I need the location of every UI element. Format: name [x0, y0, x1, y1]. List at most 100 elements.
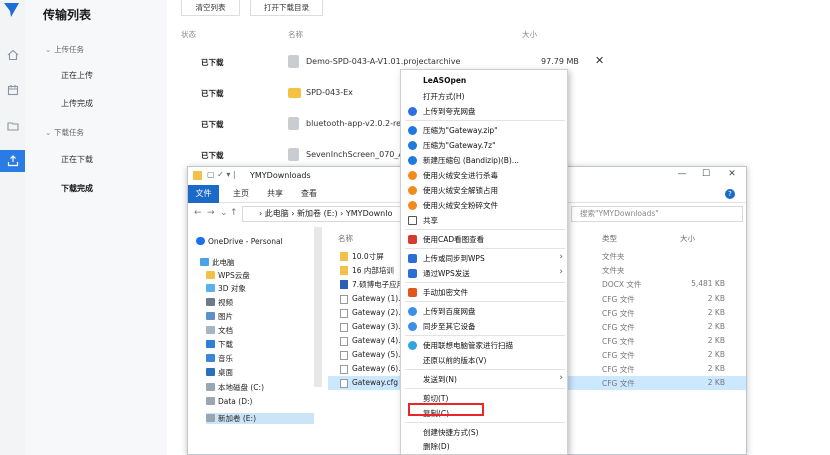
- menu-item-lenovo-scan[interactable]: 使用联想电脑管家进行扫描: [401, 338, 569, 352]
- menu-item-wps-sync[interactable]: 上传或同步到WPS ›: [401, 251, 569, 265]
- menu-item-encrypt[interactable]: 手动加密文件: [401, 285, 569, 299]
- nav-item-drive-e[interactable]: 新加卷 (E:): [206, 413, 314, 424]
- status-badge: 已下载: [201, 120, 224, 129]
- nav-item-3d-objects[interactable]: 3D 对象: [206, 283, 246, 294]
- folder-icon[interactable]: [0, 116, 25, 136]
- menu-separator: [405, 369, 565, 370]
- file-icon: [340, 295, 348, 304]
- icon-rail: [0, 0, 25, 455]
- quark-icon: [408, 107, 417, 116]
- menu-item-create-shortcut[interactable]: 创建快捷方式(S): [401, 425, 569, 439]
- nav-item-desktop[interactable]: 桌面: [206, 367, 233, 378]
- open-download-dir-button[interactable]: 打开下载目录: [250, 0, 323, 16]
- menu-item-upload-quark[interactable]: 上传到夸克网盘: [401, 104, 569, 118]
- home-icon[interactable]: [0, 45, 25, 65]
- nav-item-drive-c[interactable]: 本地磁盘 (C:): [206, 382, 264, 393]
- chevron-right-icon: ›: [559, 252, 563, 262]
- column-header-name[interactable]: 名称: [338, 233, 353, 244]
- file-icon: [340, 365, 348, 374]
- tab-share[interactable]: 共享: [264, 185, 286, 203]
- menu-item-share[interactable]: 共享: [401, 213, 569, 227]
- nav-item-videos[interactable]: 视频: [206, 297, 233, 308]
- drive-icon: [206, 383, 215, 391]
- clear-list-button[interactable]: 清空列表: [181, 0, 240, 16]
- nav-item-onedrive[interactable]: OneDrive - Personal: [196, 237, 283, 246]
- chevron-down-icon: ⌄: [45, 45, 52, 54]
- tab-file[interactable]: 文件: [188, 185, 219, 203]
- transfer-icon[interactable]: [0, 150, 25, 172]
- quick-access-toolbar[interactable]: ▢ ✓ ▾ |: [207, 170, 236, 179]
- bandizip-icon: [408, 156, 417, 165]
- menu-item-huorong-unlock[interactable]: 使用火绒安全解锁占用: [401, 183, 569, 197]
- sidebar-item-uploading[interactable]: 正在上传: [61, 70, 93, 81]
- tab-home[interactable]: 主页: [230, 185, 252, 203]
- file-name: SPD-043-Ex: [306, 88, 353, 97]
- desktop-icon: [206, 368, 215, 376]
- sidebar-item-download-done[interactable]: 下载完成: [61, 183, 93, 194]
- drive-icon: [206, 397, 215, 405]
- calendar-icon[interactable]: [0, 80, 25, 100]
- nav-scrollbar[interactable]: [314, 227, 322, 387]
- column-header-type[interactable]: 类型: [602, 233, 617, 244]
- menu-separator: [405, 120, 565, 121]
- menu-item-leasopen[interactable]: LeASOpen: [401, 74, 569, 88]
- menu-item-new-archive[interactable]: 新建压缩包 (Bandizip)(B)...: [401, 153, 569, 167]
- chevron-right-icon: ›: [559, 267, 563, 277]
- status-badge: 已下载: [201, 151, 224, 160]
- folder-icon: [193, 171, 202, 180]
- file-icon: [288, 148, 299, 161]
- tab-view[interactable]: 查看: [298, 185, 320, 203]
- forward-icon[interactable]: →: [207, 208, 215, 218]
- window-title: YMYDownloads: [250, 171, 311, 180]
- menu-item-sync-devices[interactable]: 同步至其它设备: [401, 319, 569, 333]
- context-menu: LeASOpen 打开方式(H) 上传到夸克网盘 压缩为"Gateway.zip…: [400, 69, 568, 455]
- close-icon[interactable]: ✕: [595, 54, 604, 67]
- chevron-down-icon: ⌄: [45, 128, 52, 137]
- sidebar-item-upload-done[interactable]: 上传完成: [61, 98, 93, 109]
- chevron-down-icon[interactable]: ⌄: [220, 208, 228, 218]
- column-header-size[interactable]: 大小: [680, 233, 695, 244]
- sidebar-item-downloading[interactable]: 正在下载: [61, 154, 93, 165]
- menu-item-delete[interactable]: 删除(D): [401, 439, 569, 453]
- search-input[interactable]: 搜索"YMYDownloads": [571, 206, 743, 222]
- nav-item-wps-cloud[interactable]: WPS云盘: [206, 270, 250, 281]
- file-icon: [340, 351, 348, 360]
- share-icon: [408, 216, 417, 225]
- page-title: 传输列表: [43, 8, 92, 22]
- file-icon: [340, 309, 348, 318]
- huorong-icon: [408, 171, 417, 180]
- nav-item-drive-d[interactable]: Data (D:): [206, 397, 252, 406]
- menu-separator: [405, 422, 565, 423]
- menu-item-open-with[interactable]: 打开方式(H): [401, 89, 569, 103]
- nav-item-downloads[interactable]: 下载: [206, 339, 233, 350]
- menu-item-wps-send[interactable]: 通过WPS发送 ›: [401, 266, 569, 280]
- menu-item-huorong-shred[interactable]: 使用火绒安全粉碎文件: [401, 198, 569, 212]
- up-icon[interactable]: ↑: [230, 208, 238, 218]
- download-group-toggle[interactable]: ⌄ 下载任务: [45, 127, 84, 138]
- close-icon[interactable]: ✕: [724, 169, 740, 181]
- menu-item-compress-7z[interactable]: 压缩为"Gateway.7z": [401, 138, 569, 152]
- back-icon[interactable]: ←: [194, 208, 202, 218]
- nav-item-pictures[interactable]: 图片: [206, 311, 233, 322]
- chevron-right-icon: ›: [559, 373, 563, 383]
- menu-item-cad-view[interactable]: 使用CAD看图查看: [401, 232, 569, 246]
- transfer-sidebar: 传输列表 ⌄ 上传任务 正在上传 上传完成 ⌄ 下载任务 正在下载 下载完成: [25, 0, 167, 455]
- menu-separator: [405, 248, 565, 249]
- menu-separator: [405, 335, 565, 336]
- nav-item-documents[interactable]: 文档: [206, 325, 233, 336]
- maximize-icon[interactable]: ☐: [698, 169, 714, 181]
- menu-item-restore-versions[interactable]: 还原以前的版本(V): [401, 353, 569, 367]
- menu-item-huorong-scan[interactable]: 使用火绒安全进行杀毒: [401, 168, 569, 182]
- menu-item-send-to[interactable]: 发送到(N) ›: [401, 372, 569, 386]
- docx-icon: [340, 280, 348, 289]
- picture-icon: [206, 312, 215, 320]
- nav-item-this-pc[interactable]: 此电脑: [200, 257, 235, 268]
- wps-icon: [408, 269, 417, 278]
- menu-item-baidu-upload[interactable]: 上传到百度网盘: [401, 304, 569, 318]
- status-badge: 已下载: [201, 89, 224, 98]
- upload-group-toggle[interactable]: ⌄ 上传任务: [45, 44, 84, 55]
- menu-item-compress-zip[interactable]: 压缩为"Gateway.zip": [401, 123, 569, 137]
- minimize-icon[interactable]: —: [674, 169, 690, 181]
- help-icon[interactable]: ?: [725, 189, 735, 199]
- nav-item-music[interactable]: 音乐: [206, 353, 233, 364]
